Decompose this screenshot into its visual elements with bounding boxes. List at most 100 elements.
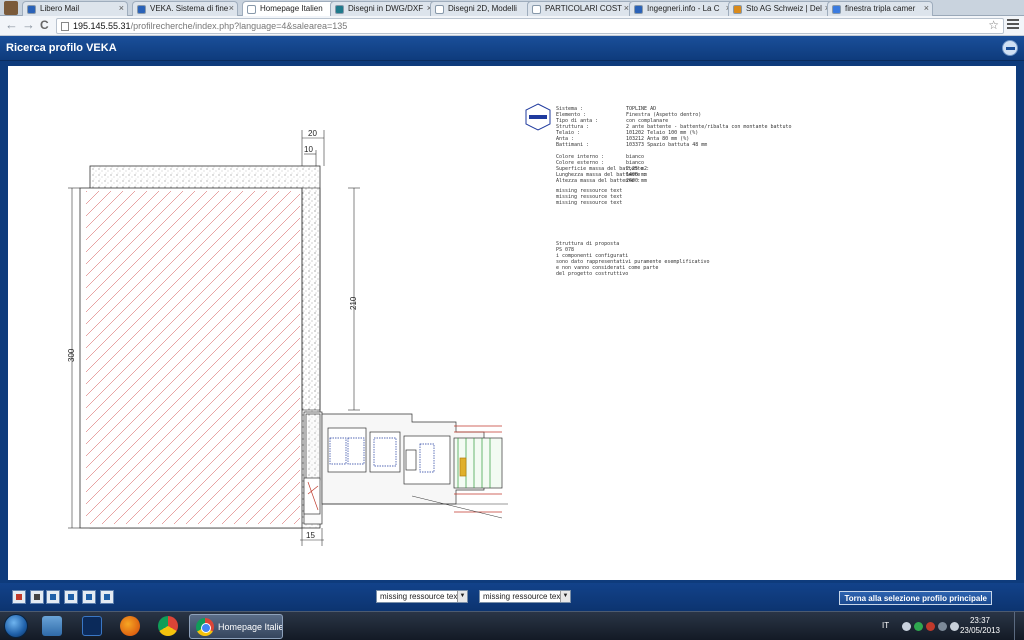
print-icon	[16, 594, 22, 600]
browser-tab[interactable]: VEKA. Sistema di fine ×	[132, 1, 238, 16]
tab-favicon-icon	[247, 5, 256, 14]
tab-favicon-icon	[335, 5, 344, 14]
language-indicator[interactable]: IT	[882, 621, 889, 630]
tray-arrow-icon[interactable]	[902, 622, 911, 631]
tab-favicon-icon	[634, 5, 643, 14]
zoom-out-icon	[68, 594, 74, 600]
drawing-canvas[interactable]: 20 10 300 210 15 Sistema: TOPLINE AD El…	[8, 66, 1016, 580]
profile-notes: Struttura di proposta PS 078 i componenti …	[556, 241, 710, 277]
tab-label: Libero Mail	[40, 4, 80, 13]
browser-tab[interactable]: Libero Mail ×	[22, 1, 128, 16]
dxf-export-button[interactable]	[30, 590, 44, 604]
tab-close-icon[interactable]: ×	[924, 3, 929, 13]
fit-button[interactable]	[100, 590, 114, 604]
fit-icon	[104, 594, 110, 600]
veka-logo-icon	[1002, 40, 1018, 56]
note-line: del progetto costruttivo	[556, 271, 629, 277]
dim-top-width: 20	[308, 129, 317, 138]
forward-arrow-icon[interactable]: →	[22, 18, 35, 32]
ie-icon[interactable]	[42, 616, 62, 636]
browser-tab-strip: Libero Mail × VEKA. Sistema di fine × Homepa…	[0, 0, 1024, 16]
page-icon	[61, 22, 69, 31]
info-key: Altezza massa del battente :	[556, 178, 641, 184]
clock-date: 23/05/2013	[959, 626, 1000, 635]
browser-tab[interactable]: Disegni in DWG/DXF×	[330, 1, 436, 16]
bottom-toolbar: missing ressource text! ▼ missing ressou…	[0, 583, 1024, 611]
app-header: Ricerca profilo VEKA	[0, 36, 1024, 61]
dxf-export-icon	[34, 594, 40, 600]
dim-top-small: 10	[304, 145, 313, 154]
tab-favicon-icon	[532, 5, 541, 14]
tab-label: Ingegneri.info - La C	[647, 4, 720, 13]
reload-icon[interactable]: C	[40, 18, 49, 32]
dim-bottom-small: 15	[306, 531, 315, 540]
tab-label: finestra tripla camer	[845, 4, 916, 13]
network-icon[interactable]	[938, 622, 947, 631]
clock-time: 23:37	[969, 616, 990, 625]
wall-strip	[301, 187, 321, 411]
url-host: 195.145.55.31	[73, 21, 131, 31]
zoom-in-button[interactable]	[46, 590, 60, 604]
select-2[interactable]: missing ressource text! ▼	[479, 590, 571, 603]
tab-favicon-icon	[27, 5, 36, 14]
tab-label: VEKA. Sistema di fine	[150, 4, 229, 13]
info-value: 103373 Spazio battuta 48 mm	[626, 142, 708, 148]
tab-label: Homepage Italien	[260, 4, 323, 13]
tab-favicon-icon	[733, 5, 742, 14]
browser-tab[interactable]: finestra tripla camer ×	[827, 1, 933, 16]
user-avatar[interactable]	[4, 1, 18, 15]
taskbar-active-window[interactable]: Homepage Italien...	[189, 614, 283, 639]
pan-button[interactable]	[82, 590, 96, 604]
tab-close-icon[interactable]: ×	[229, 3, 234, 13]
address-bar[interactable]: 195.145.55.31/profilrecherche/index.php?…	[56, 18, 1004, 34]
pan-icon	[86, 594, 92, 600]
bookmark-star-icon[interactable]: ☆	[988, 18, 999, 32]
firefox-icon[interactable]	[120, 616, 140, 636]
browser-toolbar: ← → C 195.145.55.31/profilrecherche/inde…	[0, 16, 1024, 36]
print-button[interactable]	[12, 590, 26, 604]
url-path: /profilrecherche/index.php?language=4&sa…	[130, 21, 348, 31]
security-icon[interactable]	[926, 622, 935, 631]
chrome-icon[interactable]	[158, 616, 178, 636]
chevron-down-icon: ▼	[457, 591, 467, 602]
profile-leader	[411, 495, 503, 519]
back-arrow-icon[interactable]: ←	[5, 18, 18, 32]
veka-stamp-icon	[525, 103, 551, 131]
tab-close-icon[interactable]: ×	[119, 3, 124, 13]
main-frame: 20 10 300 210 15 Sistema: TOPLINE AD El…	[0, 61, 1024, 583]
profile-info-block: Sistema : TOPLINE AD Elemento : Finestra (A…	[556, 106, 792, 206]
chevron-down-icon: ▼	[560, 591, 570, 602]
browser-tab[interactable]: Sto AG Schweiz | Del×	[728, 1, 834, 16]
select-1-value: missing ressource text!	[380, 592, 462, 601]
system-tray: IT 23:37 23/05/2013	[864, 612, 1024, 640]
dim-height-total: 300	[67, 348, 76, 362]
dim-height-partial: 210	[349, 296, 358, 310]
whatsapp-icon[interactable]	[914, 622, 923, 631]
missing-resource-text: missing ressource text	[556, 200, 623, 206]
taskbar-window-label: Homepage Italien...	[218, 622, 282, 632]
photoshop-icon[interactable]	[82, 616, 102, 636]
tab-label: Sto AG Schweiz | Del	[746, 4, 822, 13]
zoom-in-icon	[50, 594, 56, 600]
profile-section-drawing: 20 10 300 210 15	[67, 103, 551, 546]
chrome-window-icon	[196, 618, 214, 636]
browser-tab[interactable]: Ingegneri.info - La C×	[629, 1, 735, 16]
info-value: 2400 mm	[626, 178, 648, 184]
show-desktop-button[interactable]	[1014, 612, 1024, 640]
volume-icon[interactable]	[950, 622, 959, 631]
start-button-icon[interactable]	[4, 614, 28, 638]
windows-taskbar: Homepage Italien... IT 23:37 23/05/2013	[0, 611, 1024, 640]
select-1[interactable]: missing ressource text! ▼	[376, 590, 468, 603]
zoom-out-button[interactable]	[64, 590, 78, 604]
select-2-value: missing ressource text!	[483, 592, 565, 601]
browser-tab[interactable]: PARTICOLARI COST ×	[527, 1, 633, 16]
back-to-profile-selection-button[interactable]: Torna alla selezione profilo principale	[839, 591, 992, 605]
tab-favicon-icon	[137, 5, 146, 14]
tab-label: Disegni 2D, Modelli	[448, 4, 517, 13]
menu-icon[interactable]	[1007, 19, 1019, 31]
clock[interactable]: 23:37 23/05/2013	[960, 616, 1000, 636]
tab-label: Disegni in DWG/DXF	[348, 4, 424, 13]
tab-label: PARTICOLARI COST	[545, 4, 623, 13]
page-title: Ricerca profilo VEKA	[6, 42, 117, 54]
browser-tab[interactable]: Disegni 2D, Modelli×	[430, 1, 536, 16]
